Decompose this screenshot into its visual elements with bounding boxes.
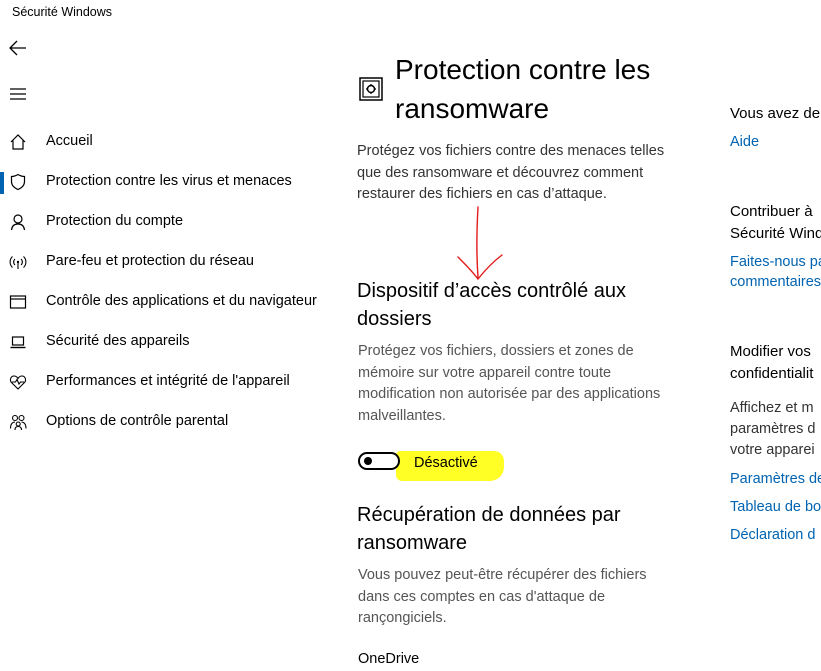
sidebar-item-accueil[interactable]: Accueil: [0, 122, 320, 162]
back-arrow-icon: [9, 40, 26, 56]
sidebar-item-label: Contrôle des applications et du navigate…: [46, 293, 317, 309]
sidebar-item-virus-protection[interactable]: Protection contre les virus et menaces: [0, 162, 320, 202]
hamburger-icon: [10, 88, 26, 100]
active-indicator: [0, 172, 4, 194]
feedback-link-line1[interactable]: Faites-nous pa: [730, 252, 821, 272]
sidebar-item-account-protection[interactable]: Protection du compte: [0, 202, 320, 242]
shield-icon: [9, 173, 27, 191]
safe-icon: [359, 77, 383, 101]
back-button[interactable]: [8, 38, 28, 58]
cfa-toggle[interactable]: Désactivé: [357, 450, 517, 476]
privacy-settings-link[interactable]: Paramètres de: [730, 469, 821, 489]
toggle-switch[interactable]: [358, 452, 400, 470]
cfa-section-description: Protégez vos fichiers, dossiers et zones…: [358, 343, 661, 424]
privacy-heading-line2: confidentialit: [730, 365, 814, 382]
contribute-heading-line1: Contribuer à: [730, 203, 813, 220]
recovery-section-description: Vous pouvez peut-être récupérer des fich…: [358, 567, 647, 626]
help-heading: Vous avez de: [730, 105, 821, 122]
sidebar-item-device-security[interactable]: Sécurité des appareils: [0, 322, 320, 362]
sidebar-item-device-performance[interactable]: Performances et intégrité de l'appareil: [0, 362, 320, 402]
sidebar-item-label: Protection du compte: [46, 213, 184, 229]
privacy-heading-line1: Modifier vos: [730, 343, 811, 360]
sidebar-item-label: Protection contre les virus et menaces: [46, 173, 292, 189]
contribute-heading-line2: Sécurité Windo: [730, 225, 821, 242]
recovery-section-title: Récupération de données par ransomware: [357, 504, 621, 554]
sidebar-item-label: Pare-feu et protection du réseau: [46, 253, 254, 269]
feedback-link-line2[interactable]: commentaires: [730, 272, 821, 292]
hamburger-menu-button[interactable]: [8, 84, 28, 104]
home-icon: [9, 133, 27, 151]
sidebar-item-label: Sécurité des appareils: [46, 333, 190, 349]
page-title: Protection contre les ransomware: [395, 54, 651, 124]
privacy-dashboard-link[interactable]: Tableau de bo: [730, 497, 821, 517]
privacy-statement-link[interactable]: Déclaration d: [730, 525, 815, 545]
wifi-icon: [9, 253, 27, 271]
page-intro: Protégez vos fichiers contre des menaces…: [357, 143, 665, 202]
heart-icon: [9, 373, 27, 391]
sidebar-item-app-browser-control[interactable]: Contrôle des applications et du navigate…: [0, 282, 320, 322]
sidebar-item-label: Accueil: [46, 133, 93, 149]
sidebar-item-firewall[interactable]: Pare-feu et protection du réseau: [0, 242, 320, 282]
help-link[interactable]: Aide: [730, 132, 759, 152]
privacy-text-line1: Affichez et m: [730, 400, 814, 416]
toggle-state-label: Désactivé: [414, 455, 478, 471]
sidebar-item-family-options[interactable]: Options de contrôle parental: [0, 402, 320, 442]
cfa-section-title: Dispositif d’accès contrôlé aux dossiers: [357, 280, 627, 330]
window-title: Sécurité Windows: [12, 5, 113, 19]
laptop-icon: [9, 333, 27, 351]
toggle-knob: [364, 457, 372, 465]
sidebar-item-label: Options de contrôle parental: [46, 413, 229, 429]
sidebar-item-label: Performances et intégrité de l'appareil: [46, 373, 290, 389]
recovery-provider: OneDrive: [358, 651, 420, 667]
annotation-arrow: [457, 206, 503, 281]
person-icon: [9, 213, 27, 231]
privacy-text-line2: paramètres d: [730, 421, 816, 437]
app-window-icon: [9, 293, 27, 311]
privacy-text-line3: votre apparei: [730, 442, 815, 458]
family-icon: [9, 413, 27, 431]
